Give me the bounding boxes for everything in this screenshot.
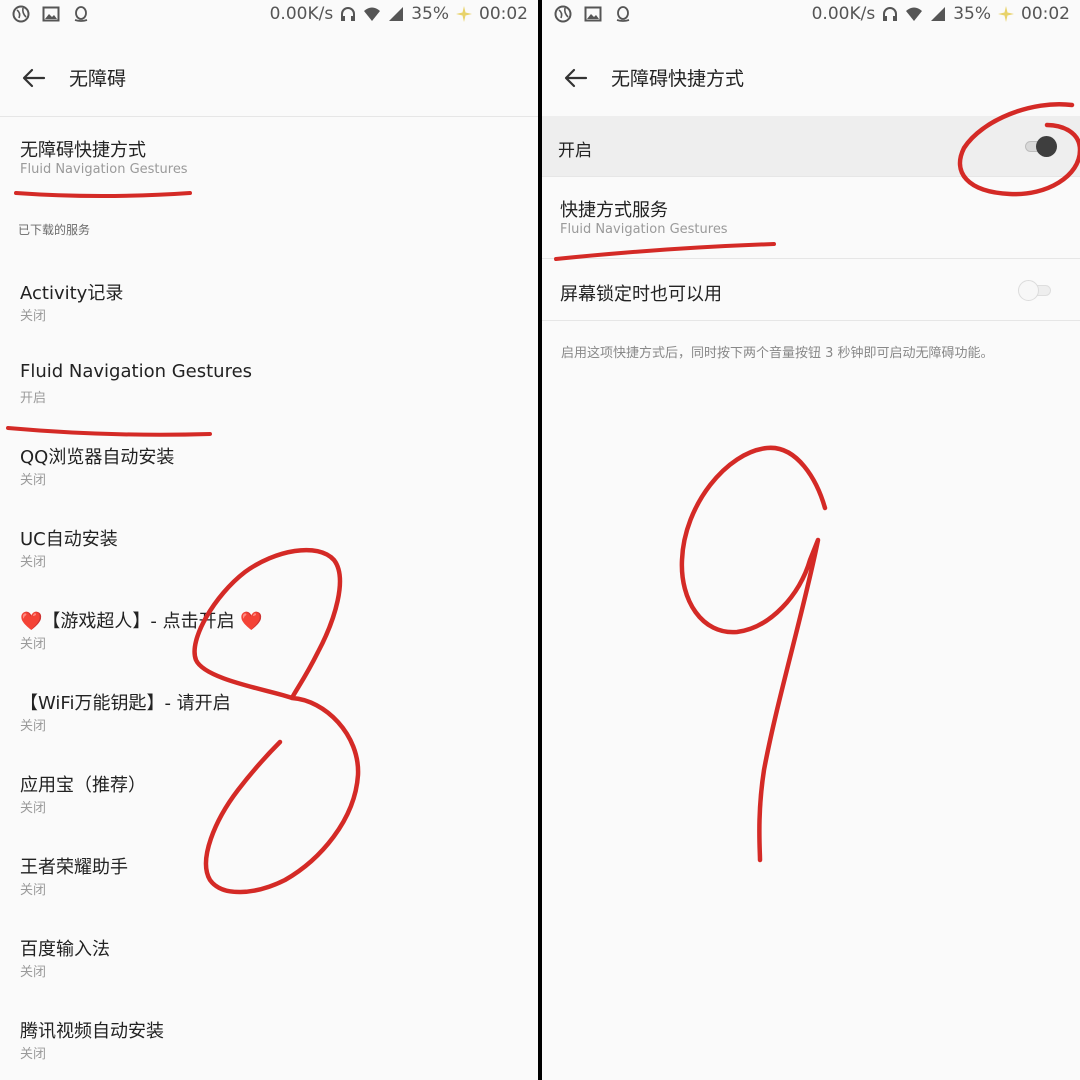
network-speed: 0.00K/s xyxy=(269,4,334,24)
notification-icons xyxy=(554,5,632,23)
item-status: 关闭 xyxy=(20,801,47,816)
headphones-icon xyxy=(341,7,356,21)
item-title: UC自动安装 xyxy=(20,529,118,550)
main-switch-bar[interactable]: 开启 xyxy=(542,116,1080,176)
item-status: 关闭 xyxy=(20,473,47,488)
toggle-knob xyxy=(1036,136,1057,157)
service-item-honor-of-kings-helper[interactable]: 王者荣耀助手 关闭 xyxy=(0,844,538,914)
wifi-icon xyxy=(906,7,923,21)
app-bar: 无障碍快捷方式 xyxy=(542,50,1080,106)
image-icon xyxy=(584,6,602,22)
accessibility-shortcut-item[interactable]: 无障碍快捷方式 Fluid Navigation Gestures xyxy=(0,120,538,202)
charging-sparkle-icon xyxy=(456,6,472,22)
item-title: 无障碍快捷方式 xyxy=(20,140,146,161)
item-title: 应用宝（推荐） xyxy=(20,775,146,796)
service-item-app-store[interactable]: 应用宝（推荐） 关闭 xyxy=(0,762,538,832)
qq-penguin-icon xyxy=(616,6,630,22)
lock-screen-toggle[interactable] xyxy=(1018,279,1054,301)
service-item-uc[interactable]: UC自动安装 关闭 xyxy=(0,516,538,586)
service-item-tencent-video[interactable]: 腾讯视频自动安装 关闭 xyxy=(0,1008,538,1078)
item-status: 关闭 xyxy=(20,719,47,734)
wifi-icon xyxy=(364,7,381,21)
charging-sparkle-icon xyxy=(998,6,1014,22)
item-title: 百度输入法 xyxy=(20,939,110,960)
service-item-baidu-input[interactable]: 百度输入法 关闭 xyxy=(0,926,538,996)
back-arrow-icon[interactable] xyxy=(562,64,590,92)
lock-screen-label: 屏幕锁定时也可以用 xyxy=(560,284,722,305)
lock-screen-row[interactable]: 屏幕锁定时也可以用 xyxy=(542,260,1080,320)
globe-icon xyxy=(554,5,572,23)
battery-percent: 35% xyxy=(411,4,449,24)
item-title: Activity记录 xyxy=(20,283,124,304)
battery-percent: 35% xyxy=(953,4,991,24)
notification-icons xyxy=(12,5,90,23)
toggle-knob xyxy=(1018,280,1039,301)
page-title: 无障碍快捷方式 xyxy=(611,68,745,90)
system-indicators: 0.00K/s 35% 00:02 xyxy=(812,4,1070,24)
divider xyxy=(542,320,1080,321)
item-status: 关闭 xyxy=(20,555,47,570)
item-status: 关闭 xyxy=(20,309,47,324)
app-bar: 无障碍 xyxy=(0,50,538,106)
main-switch-label: 开启 xyxy=(558,141,592,161)
clock: 00:02 xyxy=(1021,4,1070,24)
shortcut-service-item[interactable]: 快捷方式服务 Fluid Navigation Gestures xyxy=(542,180,1080,258)
item-subtitle: Fluid Navigation Gestures xyxy=(560,222,728,237)
item-status: 关闭 xyxy=(20,965,47,980)
section-header-downloaded-services: 已下载的服务 xyxy=(18,223,91,237)
service-item-wifi-master-key[interactable]: 【WiFi万能钥匙】- 请开启 关闭 xyxy=(0,680,538,750)
page-title: 无障碍 xyxy=(69,68,127,90)
back-arrow-icon[interactable] xyxy=(20,64,48,92)
item-status: 开启 xyxy=(20,391,47,406)
network-speed: 0.00K/s xyxy=(811,4,876,24)
image-icon xyxy=(42,6,60,22)
item-status: 关闭 xyxy=(20,1047,47,1062)
item-status: 关闭 xyxy=(20,637,47,652)
service-item-activity-log[interactable]: Activity记录 关闭 xyxy=(0,270,538,340)
globe-icon xyxy=(12,5,30,23)
service-item-fluid-navigation-gestures[interactable]: Fluid Navigation Gestures 开启 xyxy=(0,352,538,422)
clock: 00:02 xyxy=(479,4,528,24)
item-title: 快捷方式服务 xyxy=(560,200,668,221)
headphones-icon xyxy=(883,7,898,21)
item-subtitle: Fluid Navigation Gestures xyxy=(20,162,188,177)
system-indicators: 0.00K/s 35% 00:02 xyxy=(270,4,528,24)
status-bar: 0.00K/s 35% 00:02 xyxy=(542,0,1080,30)
divider xyxy=(0,116,538,117)
status-bar: 0.00K/s 35% 00:02 xyxy=(0,0,538,30)
cell-signal-icon xyxy=(389,7,404,21)
handwritten-digit-nine xyxy=(679,445,828,863)
divider xyxy=(542,176,1080,177)
cell-signal-icon xyxy=(931,7,946,21)
accessibility-screen: 0.00K/s 35% 00:02 无障碍 无障碍快捷方式 Fluid Navi… xyxy=(0,0,538,1080)
qq-penguin-icon xyxy=(74,6,88,22)
item-title: 腾讯视频自动安装 xyxy=(20,1021,164,1042)
shortcut-hint-text: 启用这项快捷方式后，同时按下两个音量按钮 3 秒钟即可启动无障碍功能。 xyxy=(561,346,994,361)
accessibility-shortcut-screen: 0.00K/s 35% 00:02 无障碍快捷方式 开启 快捷方式服务 Flui… xyxy=(542,0,1080,1080)
divider xyxy=(542,258,1080,259)
main-switch-toggle[interactable] xyxy=(1022,135,1058,157)
item-title: 【WiFi万能钥匙】- 请开启 xyxy=(20,693,231,714)
item-status: 关闭 xyxy=(20,883,47,898)
item-title: QQ浏览器自动安装 xyxy=(20,447,175,468)
item-title: Fluid Navigation Gestures xyxy=(20,361,253,382)
item-title: ❤️【游戏超人】- 点击开启 ❤️ xyxy=(20,611,263,632)
service-item-game-superman[interactable]: ❤️【游戏超人】- 点击开启 ❤️ 关闭 xyxy=(0,598,538,668)
item-title: 王者荣耀助手 xyxy=(20,857,128,878)
service-item-qq-browser[interactable]: QQ浏览器自动安装 关闭 xyxy=(0,434,538,504)
